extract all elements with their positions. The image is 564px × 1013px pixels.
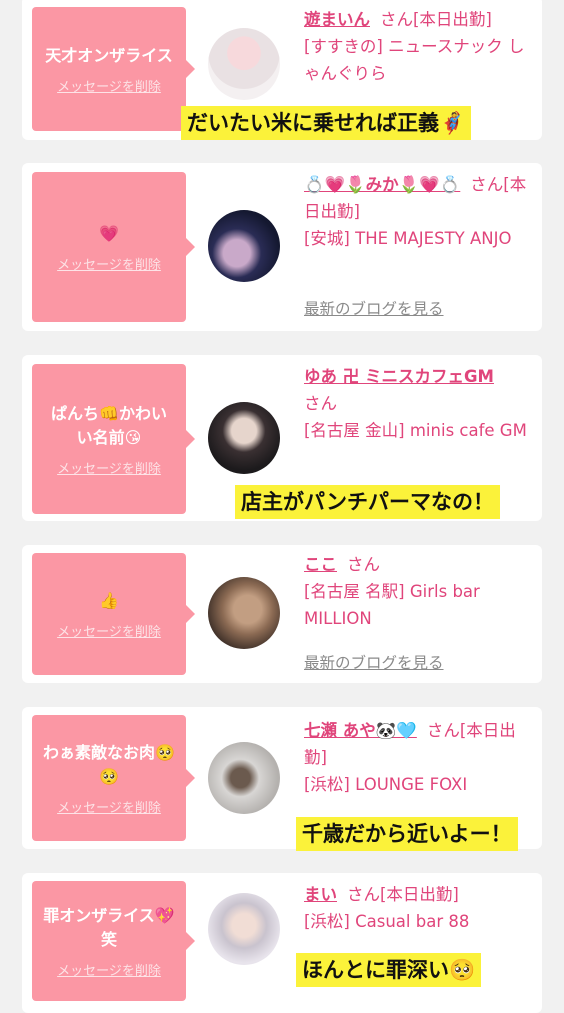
work-status: [本日出勤] (413, 10, 492, 29)
cast-info: まい さん[本日出勤] [浜松] Casual bar 88 (304, 881, 534, 935)
shop-name: [名古屋 金山] minis cafe GM (304, 421, 527, 440)
latest-blog-link[interactable]: 最新のブログを見る (304, 651, 444, 673)
message-card: 罪オンザライス💖笑 メッセージを削除 まい さん[本日出勤] [浜松] Casua… (22, 873, 542, 1013)
cast-info: 七瀬 あや🐼🩵 さん[本日出勤] [浜松] LOUNGE FOXI (304, 717, 534, 798)
work-status: [本日出勤] (380, 885, 459, 904)
cast-info: 遊まいん さん[本日出勤] [すすきの] ニュースナック しゃんぐりら (304, 6, 534, 87)
message-text: ぱんち👊かわいい名前😘 (51, 403, 167, 447)
message-card: 👍 メッセージを削除 ここ さん [名古屋 名駅] Girls bar MILLI… (22, 545, 542, 683)
message-text: 👍 (99, 590, 119, 610)
caption-overlay: ほんとに罪深い🥺 (296, 953, 482, 987)
avatar[interactable] (208, 402, 280, 474)
avatar[interactable] (208, 893, 280, 965)
avatar[interactable] (208, 577, 280, 649)
cast-name-link[interactable]: 💍💗🌷みか🌷💗💍 (304, 175, 460, 194)
delete-message-link[interactable]: メッセージを削除 (57, 960, 161, 979)
message-bubble: 💗 メッセージを削除 (32, 172, 195, 322)
message-bubble: 天才オンザライス メッセージを削除 (32, 7, 195, 131)
avatar[interactable] (208, 742, 280, 814)
message-bubble: 罪オンザライス💖笑 メッセージを削除 (32, 881, 195, 1001)
cast-name-link[interactable]: ここ (304, 555, 337, 574)
honorific: さん (426, 721, 460, 740)
cast-name-link[interactable]: 遊まいん (304, 10, 370, 29)
honorific: さん (304, 394, 337, 413)
delete-message-link[interactable]: メッセージを削除 (57, 254, 161, 273)
shop-name: [安城] THE MAJESTY ANJO (304, 229, 512, 248)
latest-blog-link[interactable]: 最新のブログを見る (304, 297, 444, 319)
delete-message-link[interactable]: メッセージを削除 (57, 797, 161, 816)
shop-name: [浜松] LOUNGE FOXI (304, 775, 468, 794)
delete-message-link[interactable]: メッセージを削除 (57, 458, 161, 477)
cast-name-link[interactable]: ゆあ 卍 ミニスカフェGM (304, 363, 534, 390)
shop-name: [浜松] Casual bar 88 (304, 912, 470, 931)
message-bubble: ぱんち👊かわいい名前😘 メッセージを削除 (32, 364, 195, 514)
delete-message-link[interactable]: メッセージを削除 (57, 621, 161, 640)
caption-overlay: だいたい米に乗せれば正義🦸 (181, 106, 472, 140)
honorific: さん (470, 175, 504, 194)
message-card: 💗 メッセージを削除 💍💗🌷みか🌷💗💍 さん[本日出勤] [安城] THE MAJ… (22, 163, 542, 331)
message-text: 罪オンザライス💖笑 (43, 905, 175, 949)
avatar[interactable] (208, 210, 280, 282)
shop-name: [名古屋 名駅] Girls bar MILLION (304, 582, 480, 628)
cast-info: ここ さん [名古屋 名駅] Girls bar MILLION (304, 551, 534, 632)
honorific: さん (347, 885, 380, 904)
cast-name-link[interactable]: 七瀬 あや🐼🩵 (304, 721, 417, 740)
cast-info: ゆあ 卍 ミニスカフェGM さん [名古屋 金山] minis cafe GM (304, 363, 534, 444)
cast-info: 💍💗🌷みか🌷💗💍 さん[本日出勤] [安城] THE MAJESTY ANJO (304, 171, 534, 252)
message-text: 💗 (99, 223, 119, 243)
avatar[interactable] (208, 28, 280, 100)
delete-message-link[interactable]: メッセージを削除 (57, 76, 161, 95)
honorific: さん (380, 10, 413, 29)
message-text: わぁ素敵なお肉🥺🥺 (43, 742, 175, 786)
caption-overlay: 店主がパンチパーマなの！ (235, 485, 501, 519)
message-bubble: 👍 メッセージを削除 (32, 553, 195, 675)
message-text: 天才オンザライス (45, 45, 173, 65)
honorific: さん (347, 555, 380, 574)
cast-name-link[interactable]: まい (304, 885, 337, 904)
message-bubble: わぁ素敵なお肉🥺🥺 メッセージを削除 (32, 715, 195, 841)
caption-overlay: 千歳だから近いよー！ (296, 817, 518, 851)
shop-name: [すすきの] ニュースナック しゃんぐりら (304, 37, 525, 83)
